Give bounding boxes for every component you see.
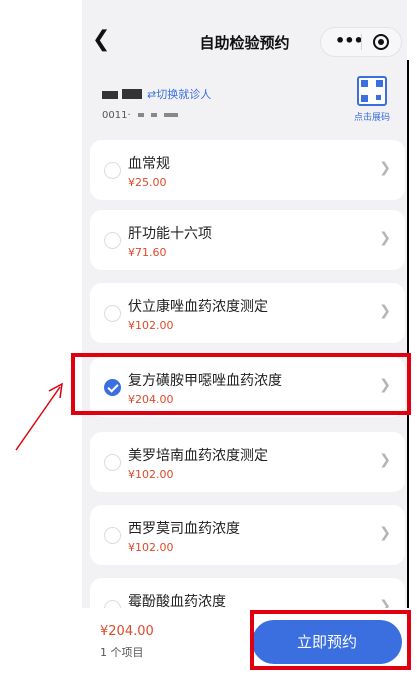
annotation-arrow-icon xyxy=(15,382,63,451)
